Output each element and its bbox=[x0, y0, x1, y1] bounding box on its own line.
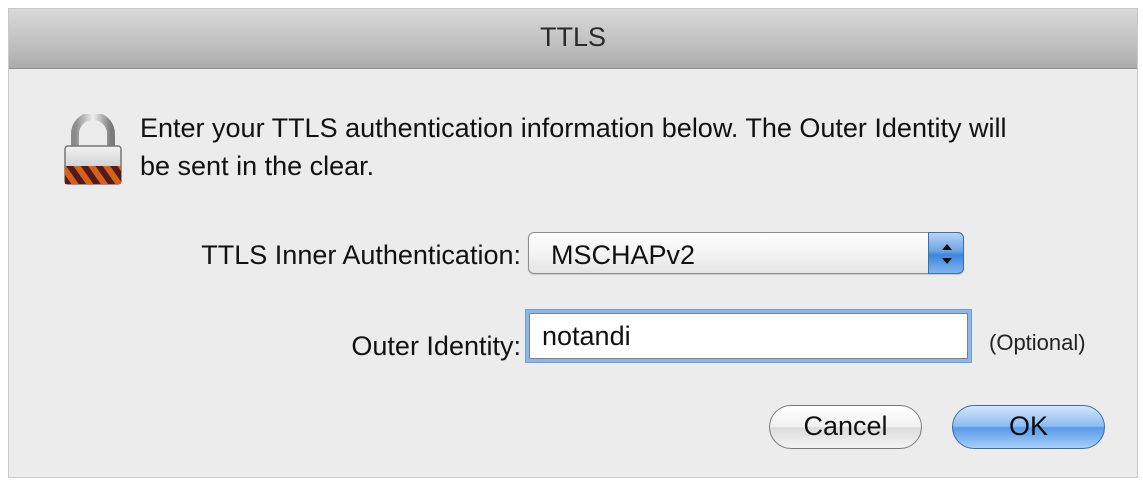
dialog-message: Enter your TTLS authentication informati… bbox=[140, 113, 1007, 181]
inner-auth-popup[interactable]: MSCHAPv2 bbox=[528, 232, 964, 274]
ok-button[interactable]: OK bbox=[952, 405, 1105, 449]
cancel-button[interactable]: Cancel bbox=[769, 405, 922, 449]
outer-identity-field-frame bbox=[529, 313, 968, 359]
title-bar[interactable]: TTLS bbox=[9, 9, 1137, 69]
lock-icon bbox=[59, 112, 135, 186]
outer-identity-input[interactable] bbox=[530, 314, 967, 358]
inner-auth-label: TTLS Inner Authentication: bbox=[201, 240, 521, 270]
popup-arrows-icon bbox=[928, 232, 964, 274]
outer-identity-label: Outer Identity: bbox=[351, 331, 521, 361]
window-title: TTLS bbox=[539, 22, 606, 52]
optional-hint: (Optional) bbox=[989, 330, 1086, 355]
inner-auth-selected: MSCHAPv2 bbox=[551, 240, 696, 270]
ttls-dialog: TTLS Enter your TTLS authentication info… bbox=[8, 8, 1138, 478]
